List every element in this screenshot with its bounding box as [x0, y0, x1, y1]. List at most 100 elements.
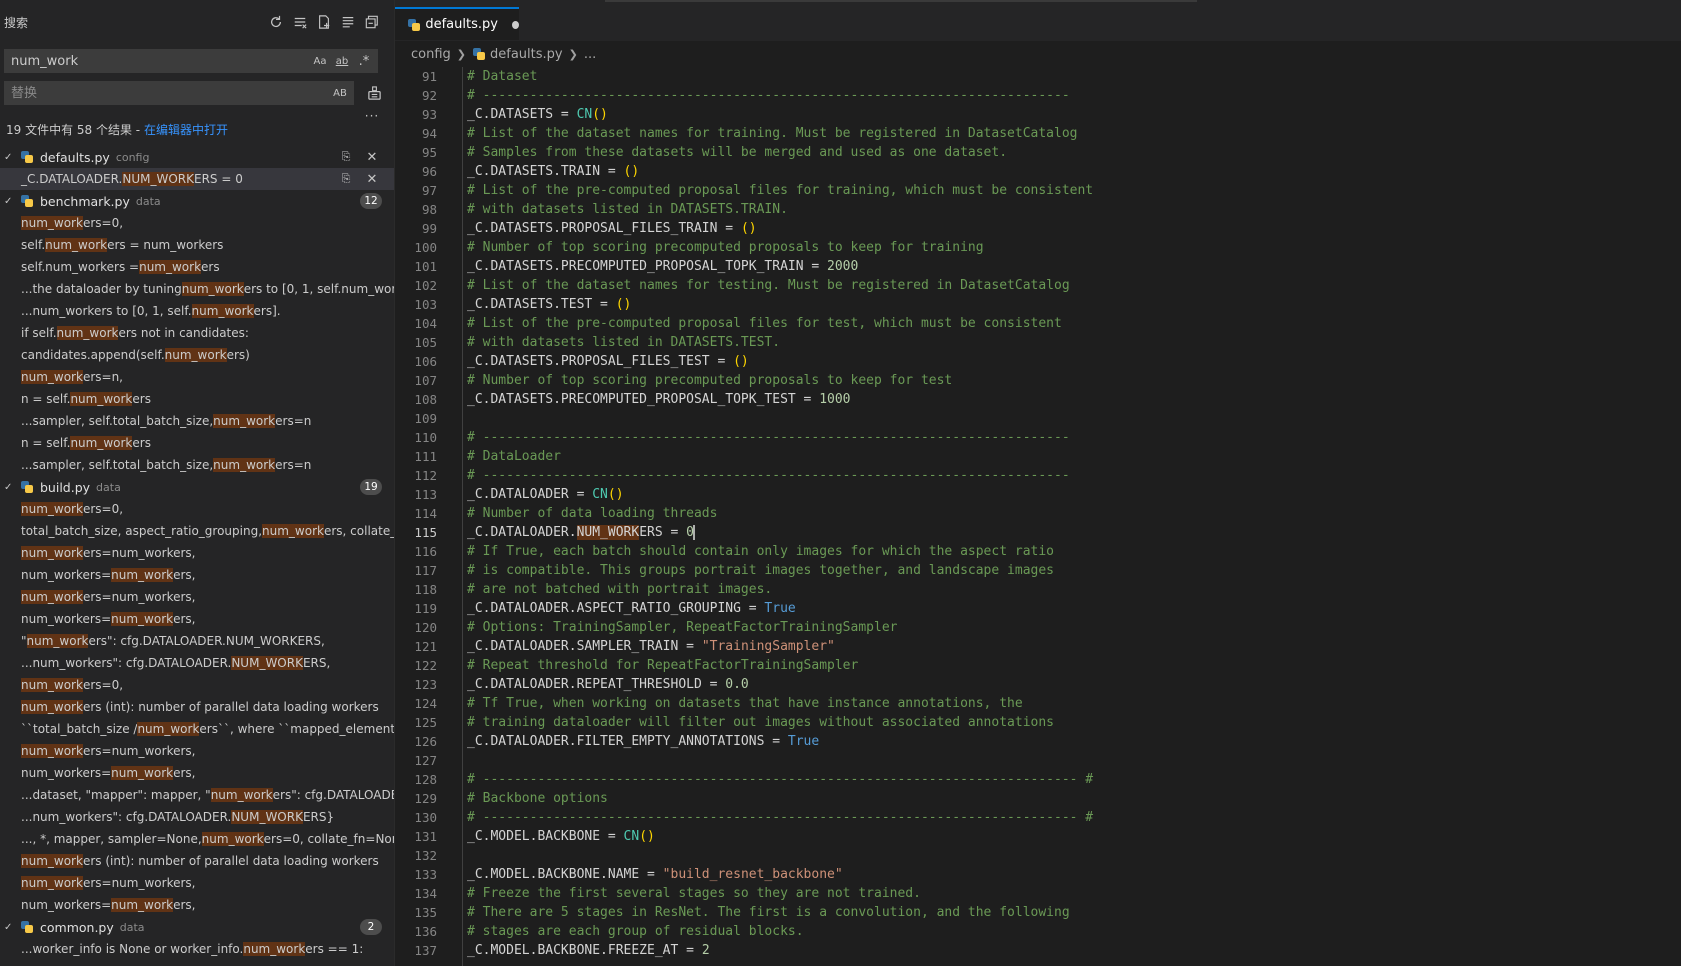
code-line[interactable]: 91 # Dataset [395, 67, 1681, 86]
result-match-row[interactable]: " num_work ers": cfg.DATALOADER.NUM_WORKER… [0, 630, 394, 652]
code-line[interactable]: 121 _C.DATALOADER.SAMPLER_TRAIN = "Traini… [395, 637, 1681, 656]
dismiss-icon[interactable]: ✕ [364, 149, 380, 165]
code-line[interactable]: 100 # Number of top scoring precomputed p… [395, 238, 1681, 257]
code-line[interactable]: 97 # List of the pre-computed proposal fi… [395, 181, 1681, 200]
result-match-row[interactable]: ...num_workers": cfg.DATALOADER. NUM_WORK… [0, 806, 394, 828]
result-match-row[interactable]: num_workers=num_workers, [0, 586, 394, 608]
code-line[interactable]: 94 # List of the dataset names for traini… [395, 124, 1681, 143]
code-line[interactable]: 92 # ------------------------------------… [395, 86, 1681, 105]
result-match-row[interactable]: num_workers=num_workers, [0, 564, 394, 586]
tab-defaults-py[interactable]: defaults.py [395, 7, 519, 40]
chevron-down-icon[interactable]: ✓ [4, 152, 16, 163]
result-match-row[interactable]: ...the dataloader by tuning num_work ers … [0, 278, 394, 300]
code-line[interactable]: 103 _C.DATASETS.TEST = () [395, 295, 1681, 314]
result-file-2[interactable]: ✓ build.py data 19 [0, 476, 394, 498]
code-line[interactable]: 108 _C.DATASETS.PRECOMPUTED_PROPOSAL_TOPK… [395, 390, 1681, 409]
code-line[interactable]: 123 _C.DATALOADER.REPEAT_THRESHOLD = 0.0 [395, 675, 1681, 694]
code-line[interactable]: 134 # Freeze the first several stages so … [395, 884, 1681, 903]
match-case-toggle[interactable]: Aa [311, 53, 329, 69]
view-as-list-icon[interactable] [340, 14, 356, 30]
replace-icon[interactable]: ⎘ [338, 171, 354, 187]
result-match-row[interactable]: num_work ers (int): number of parallel da… [0, 696, 394, 718]
more-options-icon[interactable]: ··· [364, 108, 380, 124]
result-match-row[interactable]: if self. num_work ers not in candidates: [0, 322, 394, 344]
result-match-row[interactable]: num_workers=num_workers, [0, 762, 394, 784]
result-match-row[interactable]: num_work ers=n, [0, 366, 394, 388]
code-line[interactable]: 132 [395, 846, 1681, 865]
result-match-row[interactable]: ...sampler, self.total_batch_size, num_w… [0, 410, 394, 432]
code-line[interactable]: 107 # Number of top scoring precomputed p… [395, 371, 1681, 390]
code-line[interactable]: 129 # Backbone options [395, 789, 1681, 808]
code-line[interactable]: 131 _C.MODEL.BACKBONE = CN() [395, 827, 1681, 846]
code-line[interactable]: 93 _C.DATASETS = CN() [395, 105, 1681, 124]
code-line[interactable]: 113 _C.DATALOADER = CN() [395, 485, 1681, 504]
code-line[interactable]: 137 _C.MODEL.BACKBONE.FREEZE_AT = 2 [395, 941, 1681, 960]
code-line[interactable]: 135 # There are 5 stages in ResNet. The f… [395, 903, 1681, 922]
chevron-down-icon[interactable]: ✓ [4, 922, 16, 933]
code-line[interactable]: 104 # List of the pre-computed proposal f… [395, 314, 1681, 333]
code-line[interactable]: 115 _C.DATALOADER.NUM_WORKERS = 0 [395, 523, 1681, 542]
result-match-row[interactable]: num_work ers=0, [0, 212, 394, 234]
refresh-icon[interactable] [268, 14, 284, 30]
code-editor[interactable]: 91 # Dataset 92 # -------------------------… [395, 67, 1681, 960]
result-match-row[interactable]: total_batch_size, aspect_ratio_grouping,… [0, 520, 394, 542]
result-match-row[interactable]: ...num_workers to [0, 1, self. num_work er… [0, 300, 394, 322]
replace-all-in-file-icon[interactable]: ⎘ [338, 149, 354, 165]
result-match-row[interactable]: n = self. num_work ers [0, 432, 394, 454]
chevron-down-icon[interactable]: ✓ [4, 196, 16, 207]
code-line[interactable]: 110 # -----------------------------------… [395, 428, 1681, 447]
code-line[interactable]: 125 # training dataloader will filter out… [395, 713, 1681, 732]
unsaved-dot-icon[interactable] [511, 20, 519, 29]
open-in-editor-link[interactable]: 在编辑器中打开 [144, 123, 228, 137]
dismiss-icon[interactable]: ✕ [364, 171, 380, 187]
code-line[interactable]: 136 # stages are each group of residual b… [395, 922, 1681, 941]
result-match-row[interactable]: num_workers=num_workers, [0, 740, 394, 762]
code-line[interactable]: 117 # is compatible. This groups portrait… [395, 561, 1681, 580]
result-match-row[interactable]: ...worker_info is None or worker_info. nu… [0, 938, 394, 960]
result-match-row[interactable]: num_workers=num_workers, [0, 894, 394, 916]
breadcrumb-folder[interactable]: config [411, 47, 451, 62]
code-line[interactable]: 112 # -----------------------------------… [395, 466, 1681, 485]
clear-results-icon[interactable] [292, 14, 308, 30]
use-regex-toggle[interactable]: .* [355, 53, 373, 69]
replace-input[interactable] [5, 82, 331, 104]
code-line[interactable]: 120 # Options: TrainingSampler, RepeatFac… [395, 618, 1681, 637]
preserve-case-toggle[interactable]: AB [331, 85, 349, 101]
result-match-row[interactable]: self.num_workers = num_workers [0, 256, 394, 278]
result-match-row[interactable]: ...dataset, "mapper": mapper, " num_work e… [0, 784, 394, 806]
result-match-row[interactable]: candidates.append(self. num_work ers) [0, 344, 394, 366]
result-match-row[interactable]: num_workers=num_workers, [0, 542, 394, 564]
code-line[interactable]: 118 # are not batched with portrait image… [395, 580, 1681, 599]
result-file-3[interactable]: ✓ common.py data 2 [0, 916, 394, 938]
result-match-row[interactable]: num_workers=num_workers, [0, 872, 394, 894]
result-match-row[interactable]: _C.DATALOADER. NUM_WORK ERS = 0 ⎘ ✕ [0, 168, 394, 190]
new-search-editor-icon[interactable] [316, 14, 332, 30]
code-line[interactable]: 96 _C.DATASETS.TRAIN = () [395, 162, 1681, 181]
code-line[interactable]: 98 # with datasets listed in DATASETS.TRA… [395, 200, 1681, 219]
code-line[interactable]: 124 # Tf True, when working on datasets t… [395, 694, 1681, 713]
breadcrumb-file[interactable]: defaults.py [490, 47, 563, 62]
code-line[interactable]: 99 _C.DATASETS.PROPOSAL_FILES_TRAIN = () [395, 219, 1681, 238]
code-line[interactable]: 95 # Samples from these datasets will be … [395, 143, 1681, 162]
code-line[interactable]: 130 # -----------------------------------… [395, 808, 1681, 827]
replace-all-icon[interactable] [366, 85, 382, 101]
search-input[interactable] [5, 50, 311, 72]
code-line[interactable]: 122 # Repeat threshold for RepeatFactorTr… [395, 656, 1681, 675]
result-match-row[interactable]: num_work ers=0, [0, 498, 394, 520]
breadcrumb-symbol[interactable]: ... [584, 47, 596, 62]
code-line[interactable]: 133 _C.MODEL.BACKBONE.NAME = "build_resne… [395, 865, 1681, 884]
match-whole-word-toggle[interactable]: ab [333, 53, 351, 69]
code-line[interactable]: 105 # with datasets listed in DATASETS.TE… [395, 333, 1681, 352]
code-line[interactable]: 126 _C.DATALOADER.FILTER_EMPTY_ANNOTATION… [395, 732, 1681, 751]
result-match-row[interactable]: ...num_workers": cfg.DATALOADER. NUM_WORK… [0, 652, 394, 674]
result-match-row[interactable]: n = self. num_work ers [0, 388, 394, 410]
code-line[interactable]: 114 # Number of data loading threads [395, 504, 1681, 523]
result-match-row[interactable]: ...sampler, self.total_batch_size, num_w… [0, 454, 394, 476]
code-line[interactable]: 106 _C.DATASETS.PROPOSAL_FILES_TEST = () [395, 352, 1681, 371]
result-match-row[interactable]: num_work ers=0, [0, 674, 394, 696]
result-file-0[interactable]: ✓ defaults.py config ⎘ ✕ [0, 146, 394, 168]
code-line[interactable]: 119 _C.DATALOADER.ASPECT_RATIO_GROUPING =… [395, 599, 1681, 618]
collapse-all-icon[interactable] [364, 14, 380, 30]
result-match-row[interactable]: self.num_workers = num_workers [0, 234, 394, 256]
result-match-row[interactable]: ``total_batch_size / num_work ers``, wher… [0, 718, 394, 740]
